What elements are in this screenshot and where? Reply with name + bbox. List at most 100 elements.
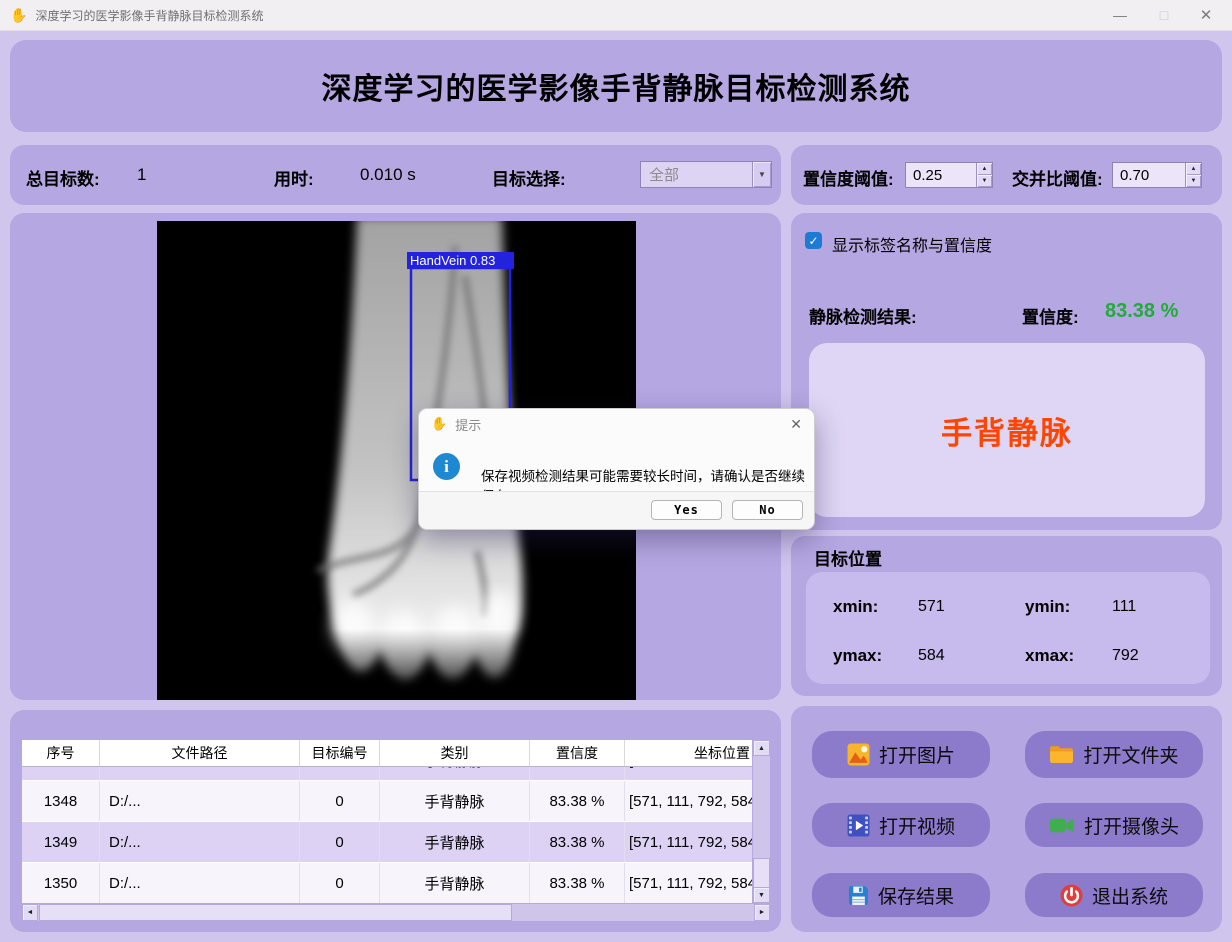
table-row[interactable]: 1348 D:/... 0 手背静脉 83.38 % [571, 111, 79…: [22, 781, 752, 822]
stats-panel: 总目标数: 1 用时: 0.010 s 目标选择: 全部 ▼: [10, 145, 781, 205]
table-header-row: 序号 文件路径 目标编号 类别 置信度 坐标位置: [22, 740, 752, 767]
power-icon: [1060, 884, 1083, 907]
detected-class-box: 手背静脉: [809, 343, 1205, 517]
close-button[interactable]: ✕: [1184, 0, 1228, 30]
vein-result-label: 静脉检测结果:: [809, 303, 917, 328]
camera-icon: [1049, 817, 1075, 834]
table-row-clipped[interactable]: 1347 D:/... 0 手背静脉 83.38 % [571, 111, 79…: [22, 767, 752, 781]
open-video-label: 打开视频: [879, 812, 955, 839]
results-table-panel: 序号 文件路径 目标编号 类别 置信度 坐标位置 1347 D:/... 0 手…: [10, 710, 781, 932]
total-targets-label: 总目标数:: [26, 165, 100, 190]
header-confidence: 置信度: [530, 740, 625, 766]
folder-icon: [1049, 744, 1074, 765]
detected-class-name: 手背静脉: [941, 408, 1073, 453]
table-row[interactable]: 1349 D:/... 0 手背静脉 83.38 % [571, 111, 79…: [22, 822, 752, 863]
open-image-label: 打开图片: [879, 741, 955, 768]
cell-serial: 1350: [22, 863, 100, 903]
header-class: 类别: [380, 740, 530, 766]
confidence-threshold-spinner[interactable]: 0.25 ▲ ▼: [905, 162, 993, 188]
open-camera-button[interactable]: 打开摄像头: [1025, 803, 1203, 847]
window-title: 深度学习的医学影像手背静脉目标检测系统: [35, 7, 263, 24]
dropdown-arrow-icon[interactable]: ▼: [752, 162, 771, 187]
confidence-threshold-label: 置信度阈值:: [803, 165, 894, 190]
actions-panel: 打开图片 打开文件夹 打开视频 打开摄像头 保存结果 退出系统: [791, 706, 1222, 932]
iou-threshold-spinner[interactable]: 0.70 ▲ ▼: [1112, 162, 1202, 188]
cell-filepath: D:/...: [100, 863, 300, 903]
maximize-button[interactable]: □: [1142, 0, 1186, 30]
target-select-label: 目标选择:: [492, 165, 566, 190]
confidence-label: 置信度:: [1022, 303, 1079, 328]
table-row[interactable]: 1350 D:/... 0 手背静脉 83.38 % [571, 111, 79…: [22, 863, 752, 903]
open-folder-label: 打开文件夹: [1083, 741, 1178, 768]
minimize-button[interactable]: —: [1098, 0, 1142, 30]
xmax-label: xmax:: [1025, 646, 1074, 666]
check-icon: ✓: [808, 234, 818, 248]
total-targets-value: 1: [137, 165, 146, 185]
show-labels-checkbox[interactable]: ✓: [805, 232, 822, 249]
yes-button[interactable]: Yes: [651, 500, 722, 520]
header-target-id: 目标编号: [300, 740, 380, 766]
open-camera-label: 打开摄像头: [1084, 812, 1179, 839]
header-serial: 序号: [22, 740, 100, 766]
target-select-dropdown[interactable]: 全部 ▼: [640, 161, 772, 188]
os-titlebar: ✋ 深度学习的医学影像手背静脉目标检测系统: [0, 0, 1232, 31]
confidence-value: 83.38 %: [1105, 300, 1178, 323]
cell-target-id: 0: [300, 863, 380, 903]
spin-down-icon[interactable]: ▼: [1186, 175, 1201, 187]
exit-system-button[interactable]: 退出系统: [1025, 873, 1203, 917]
open-video-button[interactable]: 打开视频: [812, 803, 990, 847]
elapsed-time-value: 0.010 s: [360, 165, 416, 185]
vertical-scroll-thumb[interactable]: [753, 858, 770, 888]
save-results-button[interactable]: 保存结果: [812, 873, 990, 917]
cell-serial: 1347: [22, 767, 100, 780]
dialog-title: 提示: [455, 415, 481, 434]
scroll-up-icon[interactable]: ▲: [753, 740, 770, 756]
iou-threshold-value[interactable]: 0.70: [1113, 163, 1185, 187]
elapsed-time-label: 用时:: [274, 165, 314, 190]
cell-class: 手背静脉: [380, 767, 530, 780]
exit-system-label: 退出系统: [1092, 882, 1168, 909]
confidence-threshold-value[interactable]: 0.25: [906, 163, 976, 187]
results-table[interactable]: 序号 文件路径 目标编号 类别 置信度 坐标位置 1347 D:/... 0 手…: [22, 740, 752, 903]
image-icon: [847, 743, 870, 766]
save-results-label: 保存结果: [878, 882, 954, 909]
scroll-down-icon[interactable]: ▼: [753, 887, 770, 903]
ymin-value: 111: [1112, 598, 1136, 616]
cell-target-id: 0: [300, 767, 380, 780]
app-banner: 深度学习的医学影像手背静脉目标检测系统: [10, 40, 1222, 132]
ymin-label: ymin:: [1025, 597, 1070, 617]
cell-class: 手背静脉: [380, 781, 530, 821]
cell-target-id: 0: [300, 822, 380, 862]
cell-confidence: 83.38 %: [530, 822, 625, 862]
spin-up-icon[interactable]: ▲: [977, 163, 992, 175]
vertical-scrollbar[interactable]: ▲ ▼: [753, 740, 770, 903]
thresholds-panel: 置信度阈值: 0.25 ▲ ▼ 交并比阈值: 0.70 ▲ ▼: [791, 145, 1222, 205]
page-title: 深度学习的医学影像手背静脉目标检测系统: [322, 64, 911, 108]
target-position-box: xmin: 571 ymin: 111 ymax: 584 xmax: 792: [806, 572, 1210, 684]
cell-confidence: 83.38 %: [530, 767, 625, 780]
confirm-dialog: ✋ 提示 ✕ i 保存视频检测结果可能需要较长时间，请确认是否继续保存? Yes…: [418, 408, 815, 530]
cell-coordinates: [571, 111, 792, 584]: [625, 863, 752, 903]
cell-confidence: 83.38 %: [530, 781, 625, 821]
save-icon: [848, 885, 869, 906]
cell-target-id: 0: [300, 781, 380, 821]
no-button[interactable]: No: [732, 500, 803, 520]
spin-up-icon[interactable]: ▲: [1186, 163, 1201, 175]
target-position-panel: 目标位置 xmin: 571 ymin: 111 ymax: 584 xmax:…: [791, 536, 1222, 696]
cell-filepath: D:/...: [100, 781, 300, 821]
cell-filepath: D:/...: [100, 822, 300, 862]
open-image-button[interactable]: 打开图片: [812, 731, 990, 778]
dialog-footer: Yes No: [419, 491, 814, 529]
dialog-close-icon[interactable]: ✕: [790, 416, 802, 433]
scroll-left-icon[interactable]: ◄: [22, 904, 38, 921]
target-position-title: 目标位置: [814, 545, 882, 570]
horizontal-scrollbar[interactable]: ◄ ►: [22, 904, 770, 921]
scroll-right-icon[interactable]: ►: [754, 904, 770, 921]
cell-class: 手背静脉: [380, 822, 530, 862]
open-folder-button[interactable]: 打开文件夹: [1025, 731, 1203, 778]
horizontal-scroll-thumb[interactable]: [39, 904, 512, 921]
xmax-value: 792: [1112, 647, 1139, 665]
cell-serial: 1349: [22, 822, 100, 862]
spin-down-icon[interactable]: ▼: [977, 175, 992, 187]
video-icon: [847, 814, 870, 837]
